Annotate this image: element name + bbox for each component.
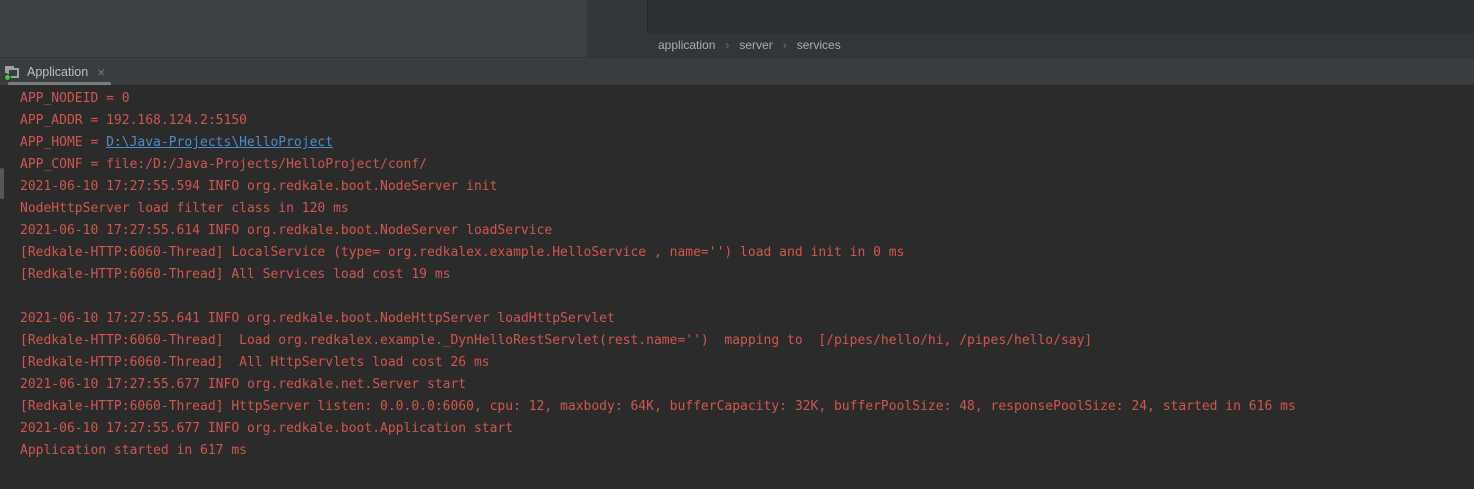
console-line: [Redkale-HTTP:6060-Thread] HttpServer li… [20,396,1474,418]
breadcrumb-item-server[interactable]: server [739,38,772,52]
console-output[interactable]: APP_NODEID = 0 APP_ADDR = 192.168.124.2:5… [0,85,1474,489]
log-text: APP_NODEID = 0 [20,91,130,106]
log-text: 2021-06-10 17:27:55.677 INFO org.redkale… [20,421,513,436]
file-path-link[interactable]: D:\Java-Projects\HelloProject [106,135,333,150]
top-left-panel [0,0,588,57]
breadcrumb-item-application[interactable]: application [658,38,715,52]
console-line: NodeHttpServer load filter class in 120 … [20,198,1474,220]
console-line: APP_CONF = file:/D:/Java-Projects/HelloP… [20,154,1474,176]
editor-gutter-strip [588,0,647,33]
console-line: Application started in 617 ms [20,440,1474,462]
log-text: APP_HOME = [20,135,106,150]
run-toolwindow-tab-bar: Application × [0,57,1474,85]
log-text: 2021-06-10 17:27:55.677 INFO org.redkale… [20,377,466,392]
console-line [20,286,1474,308]
console-scrollbar-thumb[interactable] [0,168,4,199]
log-text: [Redkale-HTTP:6060-Thread] All Services … [20,267,450,282]
breadcrumb: application › server › services [588,33,1474,57]
console-line: [Redkale-HTTP:6060-Thread] All HttpServl… [20,352,1474,374]
console-line: APP_ADDR = 192.168.124.2:5150 [20,110,1474,132]
console-window-running-icon [4,65,20,80]
chevron-right-icon: › [783,38,787,52]
console-line: 2021-06-10 17:27:55.594 INFO org.redkale… [20,176,1474,198]
log-text: [Redkale-HTTP:6060-Thread] All HttpServl… [20,355,490,370]
log-text: 2021-06-10 17:27:55.594 INFO org.redkale… [20,179,497,194]
breadcrumb-item-services[interactable]: services [797,38,841,52]
log-text: 2021-06-10 17:27:55.614 INFO org.redkale… [20,223,552,238]
log-text: [Redkale-HTTP:6060-Thread] LocalService … [20,245,904,260]
console-line: 2021-06-10 17:27:55.677 INFO org.redkale… [20,418,1474,440]
log-text: NodeHttpServer load filter class in 120 … [20,201,349,216]
chevron-right-icon: › [725,38,729,52]
log-text: [Redkale-HTTP:6060-Thread] Load org.redk… [20,333,1092,348]
console-line: APP_NODEID = 0 [20,88,1474,110]
running-indicator-dot [4,74,11,81]
log-text: [Redkale-HTTP:6060-Thread] HttpServer li… [20,399,1296,414]
console-line: 2021-06-10 17:27:55.641 INFO org.redkale… [20,308,1474,330]
ide-window: application › server › services Applicat… [0,0,1474,489]
log-text: 2021-06-10 17:27:55.641 INFO org.redkale… [20,311,615,326]
console-line: [Redkale-HTTP:6060-Thread] Load org.redk… [20,330,1474,352]
console-line: 2021-06-10 17:27:55.677 INFO org.redkale… [20,374,1474,396]
log-text: Application started in 617 ms [20,443,247,458]
console-line: 2021-06-10 17:27:55.614 INFO org.redkale… [20,220,1474,242]
editor-area [647,0,1474,33]
console-line: [Redkale-HTTP:6060-Thread] LocalService … [20,242,1474,264]
tab-label: Application [27,65,88,79]
console-line: [Redkale-HTTP:6060-Thread] All Services … [20,264,1474,286]
log-text: APP_CONF = file:/D:/Java-Projects/HelloP… [20,157,427,172]
close-icon[interactable]: × [95,65,107,79]
console-line: APP_HOME = D:\Java-Projects\HelloProject [20,132,1474,154]
log-text: APP_ADDR = 192.168.124.2:5150 [20,113,247,128]
